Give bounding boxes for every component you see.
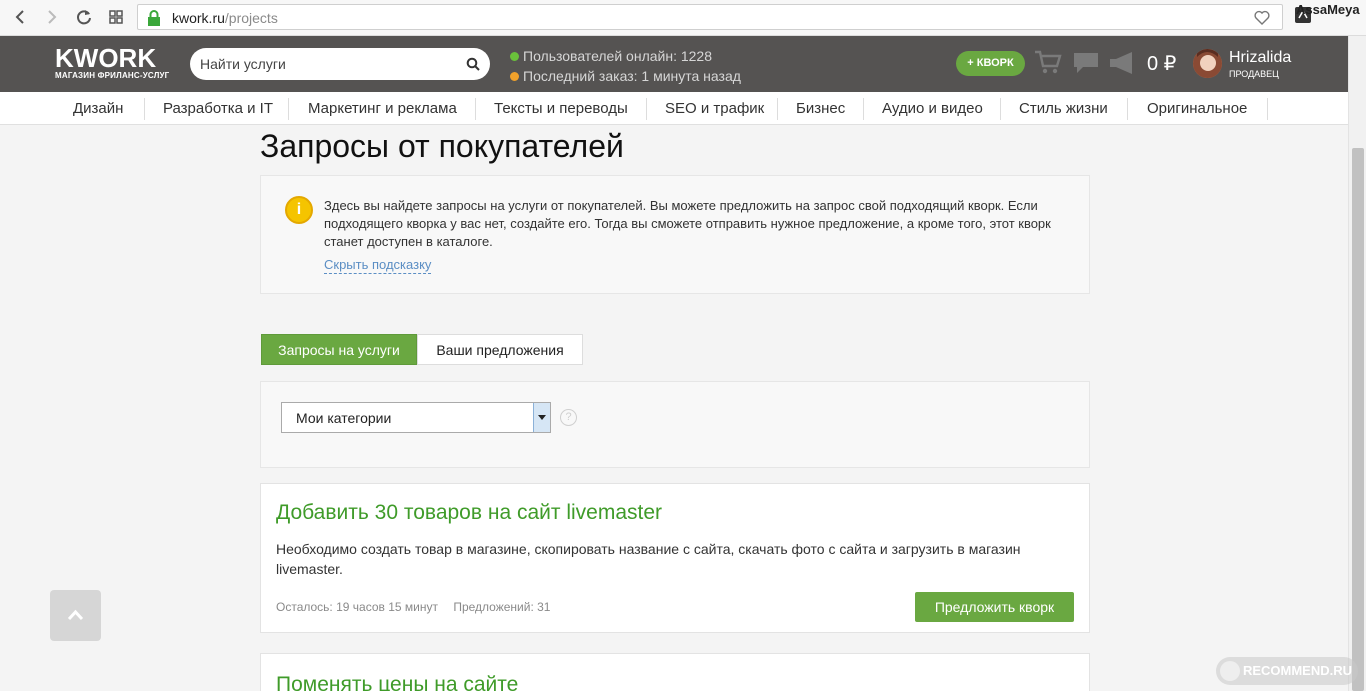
tab-your-offers[interactable]: Ваши предложения [417, 334, 583, 365]
category-business[interactable]: Бизнес [796, 100, 845, 117]
divider [144, 98, 145, 120]
browser-user-label: AssaMeya [1296, 2, 1360, 17]
online-dot-icon [510, 52, 519, 61]
page-scrollbar[interactable] [1348, 36, 1366, 691]
messages-icon[interactable] [1073, 52, 1099, 74]
divider [1267, 98, 1268, 120]
site-header: KWORK МАГАЗИН ФРИЛАНС-УСЛУГ Найти услуги… [0, 36, 1356, 92]
user-name[interactable]: Hrizalida [1229, 49, 1291, 67]
category-select[interactable]: Мои категории [281, 402, 551, 433]
page-title: Запросы от покупателей [260, 128, 624, 164]
divider [646, 98, 647, 120]
divider [475, 98, 476, 120]
site-stats: Пользователей онлайн: 1228 Последний зак… [510, 46, 741, 86]
chevron-up-icon [67, 609, 84, 621]
divider [288, 98, 289, 120]
offer-kwork-button[interactable]: Предложить кворк [915, 592, 1074, 622]
user-role: ПРОДАВЕЦ [1229, 69, 1279, 79]
divider [863, 98, 864, 120]
divider [1127, 98, 1128, 120]
lock-icon [147, 10, 161, 26]
category-marketing[interactable]: Маркетинг и реклама [308, 100, 457, 117]
search-icon[interactable] [466, 57, 480, 71]
request-card: Добавить 30 товаров на сайт livemaster Н… [260, 483, 1090, 633]
request-card: Поменять цены на сайте [260, 653, 1090, 691]
divider [777, 98, 778, 120]
bookmark-heart-icon[interactable] [1254, 10, 1270, 25]
category-lifestyle[interactable]: Стиль жизни [1019, 100, 1108, 117]
watermark-logo-icon [1220, 661, 1240, 681]
hint-text: Здесь вы найдете запросы на услуги от по… [324, 198, 1051, 249]
avatar[interactable] [1193, 49, 1222, 78]
back-icon[interactable] [10, 6, 32, 28]
chevron-down-icon[interactable] [533, 403, 550, 432]
scroll-to-top-button[interactable] [50, 590, 101, 641]
last-order: Последний заказ: 1 минута назад [523, 68, 741, 84]
address-bar[interactable]: kwork.ru/projects [137, 4, 1283, 30]
hint-box: i Здесь вы найдете запросы на услуги от … [260, 175, 1090, 294]
category-select-value: Мои категории [296, 410, 392, 426]
category-audio-video[interactable]: Аудио и видео [882, 100, 983, 117]
balance[interactable]: 0 ₽ [1147, 51, 1176, 76]
divider [1000, 98, 1001, 120]
category-texts[interactable]: Тексты и переводы [494, 100, 628, 117]
search-input[interactable]: Найти услуги [190, 48, 490, 80]
offers-count: Предложений: 31 [453, 600, 551, 614]
search-placeholder: Найти услуги [200, 56, 286, 72]
forward-icon[interactable] [40, 6, 62, 28]
watermark: RECOMMEND.RU [1216, 657, 1358, 685]
request-title[interactable]: Добавить 30 товаров на сайт livemaster [276, 501, 662, 525]
request-title[interactable]: Поменять цены на сайте [276, 673, 518, 691]
last-order-dot-icon [510, 72, 519, 81]
logo-text: KWORK [55, 43, 157, 73]
filter-panel: Мои категории ? [260, 381, 1090, 468]
category-seo[interactable]: SEO и трафик [665, 100, 764, 117]
info-icon: i [285, 196, 313, 224]
url-text: kwork.ru/projects [172, 10, 278, 26]
category-nav: Дизайн Разработка и IT Маркетинг и рекла… [0, 92, 1356, 125]
reload-icon[interactable] [73, 6, 95, 28]
category-original[interactable]: Оригинальное [1147, 100, 1247, 117]
add-kwork-button[interactable]: + КВОРК [956, 51, 1025, 76]
apps-grid-icon[interactable] [105, 6, 127, 28]
notifications-megaphone-icon[interactable] [1108, 51, 1136, 75]
help-icon[interactable]: ? [560, 409, 577, 426]
main-content: Запросы от покупателей i Здесь вы найдет… [0, 125, 1356, 691]
kwork-logo[interactable]: KWORK МАГАЗИН ФРИЛАНС-УСЛУГ [55, 45, 169, 80]
online-count: Пользователей онлайн: 1228 [523, 48, 712, 64]
request-meta: Осталось: 19 часов 15 минут Предложений:… [276, 600, 562, 614]
browser-toolbar: kwork.ru/projects AssaMeya [0, 0, 1366, 36]
tab-requests[interactable]: Запросы на услуги [261, 334, 417, 365]
category-design[interactable]: Дизайн [73, 100, 123, 117]
time-remaining: Осталось: 19 часов 15 минут [276, 600, 438, 614]
request-description: Необходимо создать товар в магазине, ско… [276, 541, 1021, 577]
scrollbar-thumb[interactable] [1352, 148, 1364, 691]
category-development[interactable]: Разработка и IT [163, 100, 273, 117]
logo-subtitle: МАГАЗИН ФРИЛАНС-УСЛУГ [55, 71, 170, 80]
cart-icon[interactable] [1034, 49, 1062, 75]
hide-hint-link[interactable]: Скрыть подсказку [324, 257, 432, 274]
